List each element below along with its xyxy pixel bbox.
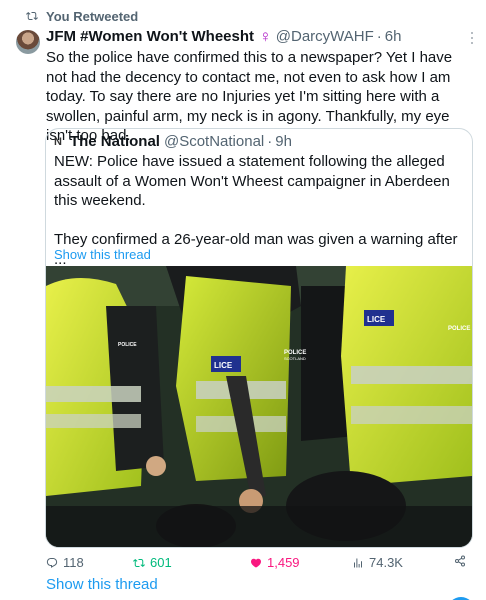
tweet-actions: 118 601 1,459 74.3K: [46, 555, 472, 571]
reply-button[interactable]: 118: [46, 555, 84, 570]
retweet-banner-label: You Retweeted: [46, 8, 139, 24]
views-icon: [354, 558, 362, 567]
reply-icon: [46, 557, 58, 568]
retweet-icon: [26, 11, 38, 21]
separator: ·: [267, 133, 273, 150]
author-handle[interactable]: @DarcyWAHF: [276, 28, 374, 46]
venus-symbol: ♀: [259, 27, 272, 46]
views-button[interactable]: 74.3K: [352, 555, 403, 570]
quote-header: N The National @ScotNational · 9h: [54, 133, 292, 151]
badge-text: POLICE: [448, 326, 470, 332]
tweet-time[interactable]: 6h: [385, 28, 402, 46]
quote-time[interactable]: 9h: [275, 133, 292, 151]
badge-text: SCOTLAND: [284, 356, 306, 361]
author-name[interactable]: JFM #Women Won't Wheesht: [46, 28, 254, 46]
vest-text: LICE: [214, 361, 233, 370]
share-icon: [455, 555, 465, 567]
police-officers-image: POLICE SCOTLAND POLICE POLICE LICE LICE: [46, 266, 472, 547]
quote-paragraph: NEW: Police have issued a statement foll…: [54, 153, 450, 209]
share-button[interactable]: [454, 555, 466, 567]
quote-author-handle[interactable]: @ScotNational: [164, 133, 264, 151]
quote-author-name[interactable]: The National: [70, 133, 160, 151]
badge-text: POLICE: [118, 342, 137, 348]
like-button[interactable]: 1,459: [250, 555, 300, 570]
retweet-count: 601: [150, 555, 172, 570]
show-thread-link[interactable]: Show this thread: [46, 576, 158, 593]
reply-count: 118: [63, 555, 84, 570]
heart-icon: [250, 558, 262, 568]
quote-photo[interactable]: POLICE SCOTLAND POLICE POLICE LICE LICE: [46, 266, 472, 547]
quote-show-thread-link[interactable]: Show this thread: [54, 247, 151, 262]
views-count: 74.3K: [369, 555, 403, 570]
more-options-icon[interactable]: [470, 32, 474, 44]
avatar[interactable]: [16, 30, 40, 54]
vest-text: LICE: [367, 315, 386, 324]
tweet-header: JFM #Women Won't Wheesht ♀ @DarcyWAHF · …: [46, 28, 476, 46]
quote-avatar-icon: N: [54, 136, 62, 148]
retweet-banner: You Retweeted: [26, 8, 138, 24]
separator: ·: [376, 28, 382, 45]
retweet-button[interactable]: 601: [133, 555, 172, 570]
quoted-tweet[interactable]: N The National @ScotNational · 9h NEW: P…: [45, 128, 473, 548]
retweet-icon: [133, 558, 145, 567]
like-count: 1,459: [267, 555, 300, 570]
